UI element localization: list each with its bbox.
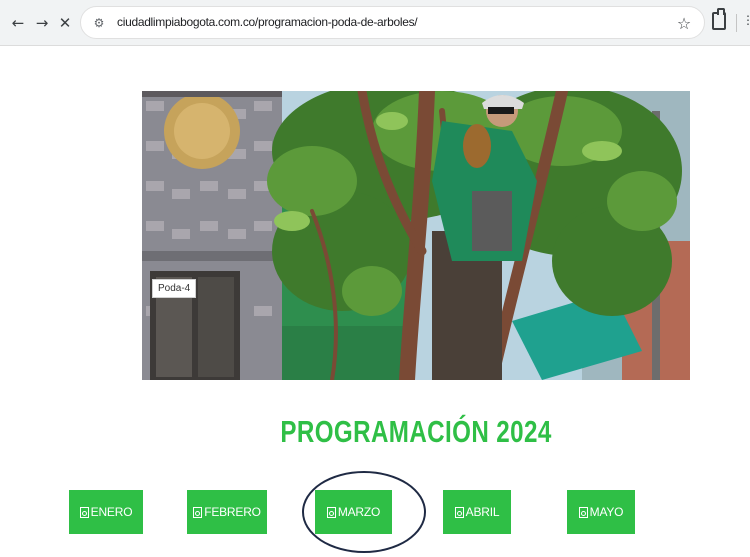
arrow-left-icon: ← bbox=[11, 14, 25, 32]
forward-button[interactable]: → bbox=[32, 11, 52, 35]
bookmark-star-icon[interactable]: ☆ bbox=[673, 12, 695, 34]
extensions-icon[interactable] bbox=[712, 8, 726, 30]
month-button-label: ENERO bbox=[90, 505, 133, 519]
month-button-mayo[interactable]: MAYO bbox=[567, 490, 635, 534]
month-button-enero[interactable]: ENERO bbox=[69, 490, 143, 534]
back-button[interactable]: ← bbox=[8, 11, 28, 35]
month-button-label: ABRIL bbox=[465, 505, 500, 519]
close-icon: ✕ bbox=[58, 14, 72, 32]
month-button-febrero[interactable]: FEBRERO bbox=[187, 490, 267, 534]
highlight-circle-annotation bbox=[302, 471, 426, 553]
pdf-file-icon bbox=[578, 506, 588, 518]
address-bar[interactable]: ⚙ ciudadlimpiabogota.com.co/programacion… bbox=[80, 6, 705, 39]
toolbar-divider bbox=[736, 14, 737, 32]
month-button-abril[interactable]: ABRIL bbox=[443, 490, 511, 534]
tree-pruning-photo bbox=[142, 91, 690, 380]
image-caption: Poda-4 bbox=[152, 279, 197, 298]
arrow-right-icon: → bbox=[35, 14, 49, 32]
month-button-label: FEBRERO bbox=[204, 505, 261, 519]
hero-image bbox=[142, 91, 690, 380]
pdf-file-icon bbox=[454, 506, 464, 518]
month-button-label: MAYO bbox=[589, 505, 624, 519]
pdf-file-icon bbox=[193, 506, 203, 518]
site-info-icon[interactable]: ⚙ bbox=[89, 13, 109, 33]
pdf-file-icon bbox=[79, 506, 89, 518]
stop-button[interactable]: ✕ bbox=[55, 11, 75, 35]
page-title: PROGRAMACIÓN 2024 bbox=[280, 414, 552, 449]
url-text[interactable]: ciudadlimpiabogota.com.co/programacion-p… bbox=[117, 15, 418, 29]
browser-toolbar: ← → ✕ ⚙ ciudadlimpiabogota.com.co/progra… bbox=[0, 0, 750, 46]
more-menu-icon[interactable]: ⋮ bbox=[742, 13, 750, 33]
